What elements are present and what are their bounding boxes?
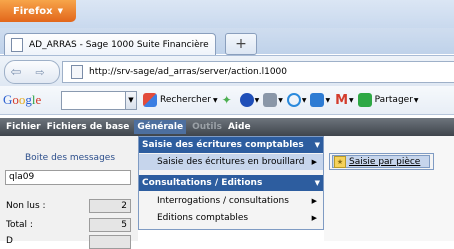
google-search-button[interactable]: Rechercher	[160, 95, 211, 105]
share-button[interactable]: Partager	[375, 95, 413, 105]
sparkle-icon[interactable]: ✦	[222, 93, 236, 107]
menu-fichiers-de-base[interactable]: Fichiers de base	[47, 122, 130, 132]
chevron-down-icon[interactable]: ▼	[213, 97, 218, 104]
menu-item-label: Editions comptables	[157, 213, 249, 223]
messages-link[interactable]: Boite des messages	[6, 153, 134, 167]
menu-aide[interactable]: Aide	[228, 122, 251, 132]
submenu-item-saisie-par-piece[interactable]: ★ Saisie par pièce	[332, 155, 430, 168]
menu-fichier[interactable]: Fichier	[6, 122, 41, 132]
chevron-right-icon: ▶	[311, 214, 317, 222]
gmail-icon[interactable]: M	[335, 93, 348, 108]
clock-icon[interactable]	[286, 93, 301, 107]
chevron-down-icon: ▼	[57, 7, 64, 15]
submenu-item-label: Saisie par pièce	[349, 156, 421, 167]
forward-icon[interactable]: ⇨	[27, 61, 53, 83]
chevron-down-icon[interactable]: ▼	[349, 97, 354, 104]
user-field[interactable]: qla09	[5, 170, 131, 185]
chevron-down-icon[interactable]: ▼	[325, 97, 330, 104]
chevron-down-icon[interactable]: ▼	[255, 97, 260, 104]
puzzle-icon[interactable]	[310, 93, 325, 107]
google-logo: Google	[3, 92, 42, 107]
menu-generale[interactable]: Générale	[134, 120, 187, 134]
menu-item-label: Saisie des écritures en brouillard	[157, 157, 305, 167]
non-lus-value: 2	[89, 199, 131, 213]
partial-label: D	[6, 236, 13, 246]
google-search-input[interactable]	[61, 90, 126, 110]
plus-icon: +	[235, 36, 247, 52]
back-forward-group: ⇦ ⇨	[4, 60, 60, 84]
chevron-down-icon[interactable]: ▼	[126, 90, 137, 110]
url-text: http://srv-sage/ad_arras/server/action.l…	[89, 67, 287, 77]
star-icon: ★	[334, 155, 346, 168]
chevron-down-icon[interactable]: ▼	[414, 97, 419, 104]
total-label: Total :	[6, 220, 33, 230]
chevron-right-icon: ▶	[311, 197, 317, 205]
globe-icon[interactable]	[239, 93, 254, 107]
chevron-down-icon: ▼	[314, 179, 320, 187]
section-consultations-title: Consultations / Editions	[142, 178, 263, 188]
page-icon	[11, 38, 23, 52]
new-tab-button[interactable]: +	[225, 33, 257, 55]
page-icon	[71, 65, 83, 79]
page-tools-icon[interactable]	[263, 93, 278, 107]
chevron-down-icon[interactable]: ▼	[278, 97, 283, 104]
firefox-menu-button[interactable]: Firefox ▼	[0, 0, 76, 22]
non-lus-label: Non lus :	[6, 201, 46, 211]
partial-value	[89, 235, 131, 249]
chevron-down-icon: ▼	[314, 141, 320, 149]
tab-title: AD_ARRAS - Sage 1000 Suite Financière	[29, 40, 209, 50]
share-icon[interactable]	[357, 93, 372, 107]
section-saisie-title: Saisie des écritures comptables	[142, 140, 304, 150]
firefox-menu-label: Firefox	[12, 5, 53, 17]
google-apps-icon[interactable]	[143, 93, 157, 107]
google-toolbar: Google ▼ Rechercher ▼ ✦ ▼ ▼ ▼ ▼ M ▼ Part…	[0, 86, 454, 115]
app-menubar: Fichier Fichiers de base Générale Outils…	[0, 118, 454, 136]
browser-tab[interactable]: AD_ARRAS - Sage 1000 Suite Financière	[4, 33, 216, 56]
url-bar[interactable]: http://srv-sage/ad_arras/server/action.l…	[62, 61, 454, 83]
chevron-down-icon[interactable]: ▼	[302, 97, 307, 104]
menu-item-saisie-brouillard[interactable]: Saisie des écritures en brouillard ▶	[139, 154, 323, 170]
back-icon[interactable]: ⇦	[5, 61, 27, 83]
content-area	[324, 136, 454, 241]
menu-item-editions[interactable]: Editions comptables ▶	[139, 210, 323, 226]
section-consultations[interactable]: Consultations / Editions ▼	[139, 175, 323, 191]
menu-item-label: Interrogations / consultations	[157, 196, 289, 206]
total-value: 5	[89, 218, 131, 232]
menu-item-interrogations[interactable]: Interrogations / consultations ▶	[139, 193, 323, 209]
section-saisie-ecritures[interactable]: Saisie des écritures comptables ▼	[139, 137, 323, 153]
menu-outils[interactable]: Outils	[192, 122, 222, 132]
chevron-right-icon: ▶	[311, 158, 317, 166]
